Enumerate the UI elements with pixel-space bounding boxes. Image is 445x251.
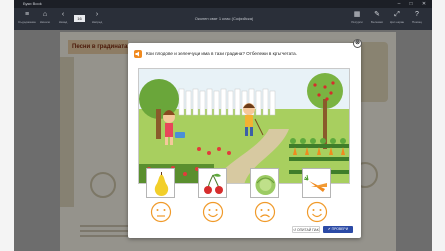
close-icon[interactable]: ⊗ — [353, 39, 362, 48]
card-carrots[interactable] — [302, 168, 331, 198]
home-button[interactable]: ⌂ Начало — [36, 10, 54, 28]
resources-icon: ▦ — [353, 11, 361, 18]
toolbar: ≡ Съдържание ⌂ Начало ‹ Назад 16 › Напре… — [14, 8, 432, 30]
notes-icon: ✎ — [374, 11, 380, 18]
answer-cards — [140, 168, 348, 198]
happy-face-icon — [306, 201, 328, 223]
document-title: Околен свят 1 клас (Софийска) — [194, 16, 254, 21]
card-cabbage[interactable] — [250, 168, 279, 198]
prev-page-button[interactable]: ‹ Назад — [54, 10, 72, 28]
neutral-face-icon — [150, 201, 172, 223]
fullscreen-button[interactable]: ⤢ Цял екран — [388, 10, 406, 28]
title-bar: Буки Book – □ ✕ — [14, 0, 432, 8]
check-button[interactable]: ✔ ПРОВЕРИ — [323, 226, 353, 233]
close-window-button[interactable]: ✕ — [419, 0, 429, 8]
next-page-button[interactable]: › Напред — [88, 10, 106, 28]
fullscreen-icon: ⤢ — [394, 11, 400, 18]
notes-button[interactable]: ✎ Бележки — [368, 10, 386, 28]
help-icon: ? — [415, 11, 419, 18]
pear-icon — [154, 172, 169, 196]
cherries-icon — [204, 173, 223, 194]
carrots-icon — [303, 174, 327, 192]
minimize-button[interactable]: – — [394, 0, 404, 8]
face-slot-happy[interactable] — [306, 201, 328, 223]
app-window: Буки Book – □ ✕ ≡ Съдържание ⌂ Начало ‹ … — [14, 0, 432, 251]
sad-face-icon — [254, 201, 276, 223]
maximize-button[interactable]: □ — [406, 0, 416, 8]
face-slot-sad[interactable] — [254, 201, 276, 223]
prev-page-icon: ‹ — [61, 11, 65, 18]
app-title: Буки Book — [23, 1, 42, 6]
reset-button[interactable]: ↺ ОПИТАЙ ПАК — [292, 226, 320, 233]
garden-illustration — [138, 68, 350, 184]
exercise-dialog: ⊗ Кои плодове и зеленчуци има в тази гра… — [128, 39, 362, 238]
help-button[interactable]: ? Помощ — [408, 10, 426, 28]
outer-right-margin — [432, 0, 445, 251]
question-text: Кои плодове и зеленчуци има в тази гради… — [146, 51, 297, 56]
menu-icon: ≡ — [24, 11, 30, 18]
card-cherries[interactable] — [198, 168, 227, 198]
answer-faces — [140, 201, 348, 225]
face-slot-happy[interactable] — [202, 201, 224, 223]
garden-scene-svg — [139, 69, 349, 183]
face-slot-neutral[interactable] — [150, 201, 172, 223]
speaker-icon[interactable] — [134, 50, 142, 58]
card-pear[interactable] — [146, 168, 175, 198]
contents-button[interactable]: ≡ Съдържание — [18, 10, 36, 28]
home-icon: ⌂ — [42, 11, 48, 18]
resources-button[interactable]: ▦ Ресурси — [348, 10, 366, 28]
happy-face-icon — [202, 201, 224, 223]
outer-left-margin — [0, 0, 14, 251]
next-page-icon: › — [95, 11, 99, 18]
cabbage-icon — [255, 175, 276, 195]
page-number-input[interactable]: 16 — [74, 15, 85, 22]
